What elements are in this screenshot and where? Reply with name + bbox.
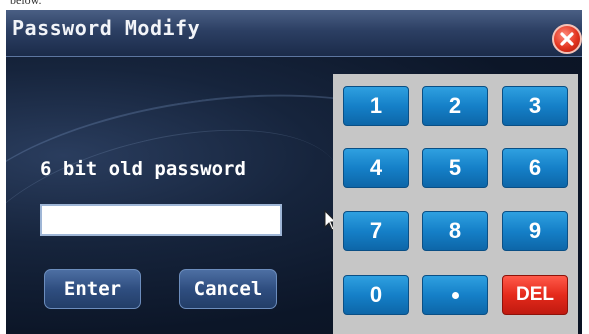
key-1[interactable]: 1 bbox=[343, 86, 409, 126]
key-2[interactable]: 2 bbox=[422, 86, 488, 126]
enter-button[interactable]: Enter bbox=[44, 269, 141, 309]
password-modify-dialog: Password Modify 6 bit old password Enter… bbox=[6, 10, 582, 334]
close-button[interactable] bbox=[552, 24, 582, 54]
key-6[interactable]: 6 bbox=[502, 148, 568, 188]
cropped-text: below. bbox=[10, 0, 42, 7]
key-7[interactable]: 7 bbox=[343, 211, 409, 251]
old-password-label: 6 bit old password bbox=[40, 158, 246, 180]
dot-icon bbox=[451, 291, 459, 299]
key-dot[interactable] bbox=[422, 275, 488, 315]
old-password-input[interactable] bbox=[40, 204, 282, 236]
cancel-button[interactable]: Cancel bbox=[179, 269, 277, 309]
delete-key[interactable]: DEL bbox=[502, 275, 568, 315]
key-0[interactable]: 0 bbox=[343, 275, 409, 315]
close-icon bbox=[560, 32, 574, 46]
key-9[interactable]: 9 bbox=[502, 211, 568, 251]
title-bar: Password Modify bbox=[6, 10, 582, 57]
key-5[interactable]: 5 bbox=[422, 148, 488, 188]
cropped-header-text: below. bbox=[0, 0, 589, 10]
key-4[interactable]: 4 bbox=[343, 148, 409, 188]
key-3[interactable]: 3 bbox=[502, 86, 568, 126]
key-8[interactable]: 8 bbox=[422, 211, 488, 251]
numeric-keypad: 1 2 3 4 5 6 7 8 9 0 DEL bbox=[333, 74, 578, 334]
window-title: Password Modify bbox=[12, 16, 201, 40]
